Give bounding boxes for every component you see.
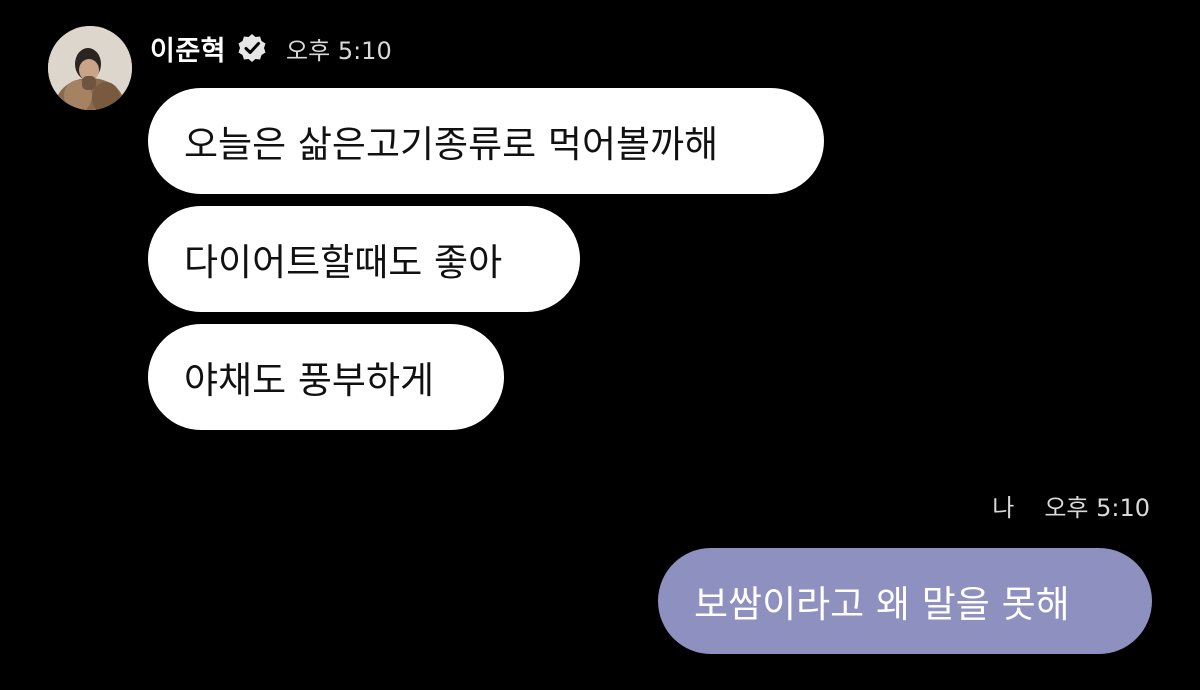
my-label: 나: [992, 494, 1015, 522]
my-message-header: 나 오후 5:10: [992, 488, 1150, 523]
verified-badge-icon: [236, 32, 268, 64]
incoming-message-bubble[interactable]: 다이어트할때도 좋아: [148, 206, 580, 312]
sender-message-time: 오후 5:10: [286, 36, 392, 65]
message-text: 오늘은 삶은고기종류로 먹어볼까해: [184, 123, 719, 166]
sender-header: 이준혁 오후 5:10: [150, 28, 392, 68]
incoming-message-bubble[interactable]: 야채도 풍부하게: [148, 324, 504, 430]
sender-avatar[interactable]: [48, 26, 132, 110]
incoming-message-bubble[interactable]: 오늘은 삶은고기종류로 먹어볼까해: [148, 88, 824, 194]
outgoing-message-bubble[interactable]: 보쌈이라고 왜 말을 못해: [658, 548, 1152, 654]
message-text: 다이어트할때도 좋아: [184, 241, 503, 284]
profile-photo-icon: [48, 26, 132, 110]
sender-name[interactable]: 이준혁: [150, 29, 226, 68]
message-text: 야채도 풍부하게: [184, 359, 435, 402]
my-message-time: 오후 5:10: [1044, 494, 1150, 522]
message-text: 보쌈이라고 왜 말을 못해: [694, 583, 1070, 626]
chat-screen: 이준혁 오후 5:10 오늘은 삶은고기종류로 먹어볼까해 다이어트할때도 좋아…: [0, 0, 1200, 690]
